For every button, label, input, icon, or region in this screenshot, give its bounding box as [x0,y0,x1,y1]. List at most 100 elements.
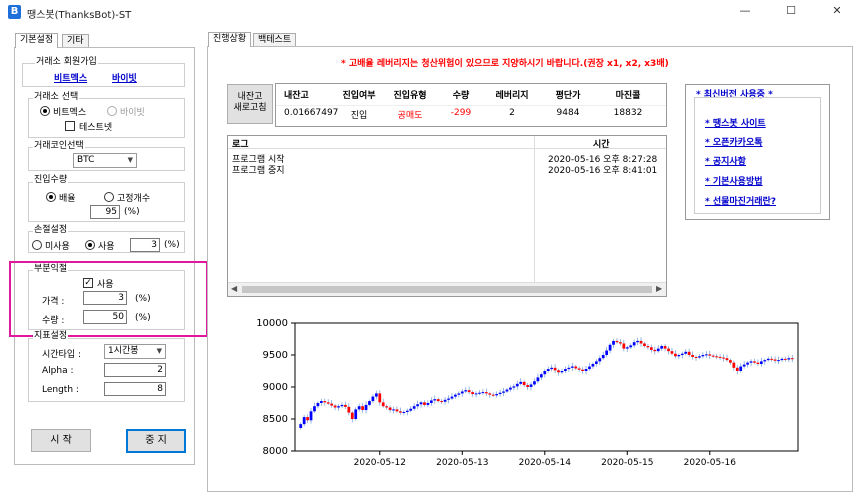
candle-body [306,417,309,421]
candle-body [388,407,392,411]
candle-body [749,361,753,363]
window-title: 땡스봇(ThanksBot)-ST [27,10,132,21]
candle-body [395,409,399,412]
candle-body [399,411,402,413]
price-chart: 10000 9500 9000 8500 8000 2020-05-12 2020-05-1… [256,318,799,468]
x-tick-label: 2020-05-13 [436,458,488,468]
start-button[interactable]: 시 작 [31,429,91,452]
candle-body [663,346,667,349]
entry-qty-input[interactable]: 95 [90,205,120,219]
candle-body [412,406,416,409]
testnet-label: 테스트넷 [79,123,113,133]
side-menu: * 최신버전 사용중 * * 땡스봇 사이트 * 오픈카카오톡 * 공지사항 *… [685,84,830,220]
chevron-down-icon: ▼ [127,156,133,164]
bitmex-radio[interactable] [40,106,50,116]
candle-body [546,369,550,371]
candle-body [467,390,471,393]
notice-link[interactable]: * 공지사항 [705,154,746,167]
basic-usage-link[interactable]: * 기본사용방법 [705,174,763,187]
length-label: Length : [42,385,79,395]
candle-body [471,392,474,395]
maximize-button[interactable]: ☐ [768,0,814,24]
y-tick-label: 9500 [263,350,288,361]
stoploss-input[interactable]: 3 [130,238,160,252]
length-input[interactable]: 8 [104,382,166,396]
candle-body [319,401,323,403]
close-button[interactable]: ✕ [814,0,860,24]
tab-progress[interactable]: 진행상황 [208,32,252,47]
candle-body [653,349,657,352]
candle-body [725,358,729,361]
entry-qty-label: 진입수량 [33,175,69,186]
coin-select[interactable]: BTC ▼ [73,153,137,168]
candle-body [636,340,639,343]
status-table-divider [276,105,666,106]
candle-body [464,390,468,392]
tab-other[interactable]: 기타 [62,34,89,48]
candle-body [440,401,444,403]
candle-body [588,366,591,370]
thanksbot-site-link[interactable]: * 땡스봇 사이트 [705,116,766,129]
futures-margin-link[interactable]: * 선물마진거래란? [705,194,776,207]
candle-body [773,359,777,361]
candle-body [436,399,440,402]
highlight-box [9,261,208,337]
scroll-left-icon[interactable]: ◀ [231,284,237,293]
candle-body [735,367,739,371]
stoploss-off-label: 미사용 [45,242,70,252]
candle-body [505,389,509,392]
status-header-1: 진입여부 [342,91,376,101]
status-value-3: -299 [450,108,472,118]
candle-body [557,370,560,373]
candle-body [708,354,712,356]
refresh-balance-button[interactable]: 내잔고 새로고침 [227,84,273,124]
candle-body [629,345,633,348]
candle-body [302,417,306,425]
tab-backtest[interactable]: 백테스트 [253,33,297,47]
status-value-0: 0.01667497 [284,108,339,118]
timeframe-select[interactable]: 1시간봉 ▼ [104,344,166,359]
candle-body [409,408,413,411]
candle-body [502,391,505,393]
candle-body [619,342,622,344]
candle-body [484,392,488,394]
candle-body [313,406,316,412]
open-kakaotalk-link[interactable]: * 오픈카카오톡 [705,135,763,148]
bitmex-radio-label: 비트멕스 [53,108,87,118]
candle-body [670,351,674,354]
candle-body [560,371,564,373]
fixed-count-radio[interactable] [104,192,114,202]
bitmex-signup-link[interactable]: 비트멕스 [54,71,87,84]
log-column-divider [534,136,535,282]
stoploss-on-radio[interactable] [85,240,95,250]
bybit-radio[interactable] [107,106,117,116]
y-tick-label: 10000 [256,318,288,329]
candle-body [457,393,461,395]
title-bar: B 땡스봇(ThanksBot)-ST — ☐ ✕ [0,0,860,24]
status-header-5: 평단가 [555,91,581,101]
log-scrollbar[interactable]: ◀ ▶ [228,282,666,296]
candle-body [674,353,677,357]
log-table: ◀ ▶ 로그 시간 프로그램 시작 2020-05-16 오후 8:27:28 프로그램… [227,135,667,297]
candle-body [564,369,567,371]
candle-body [591,363,595,367]
stoploss-off-radio[interactable] [32,240,42,250]
candle-body [488,393,492,395]
fixed-count-radio-label: 고정개수 [117,194,151,204]
minimize-button[interactable]: — [722,0,768,24]
candle-body [333,405,337,408]
app-icon: B [8,5,21,19]
testnet-checkbox[interactable] [65,121,75,131]
scrollbar-thumb[interactable] [242,286,652,293]
alpha-input[interactable]: 2 [104,363,166,377]
scroll-right-icon[interactable]: ▶ [656,284,662,293]
candle-body [378,393,382,403]
tab-basic-settings[interactable]: 기본설정 [15,33,59,48]
candle-body [347,406,351,413]
candle-body [601,355,605,359]
bybit-signup-link[interactable]: 바이빗 [112,71,137,84]
candle-body [567,367,571,370]
candle-body [660,346,664,349]
stop-button[interactable]: 중 지 [126,429,186,453]
ratio-radio[interactable] [46,192,56,202]
